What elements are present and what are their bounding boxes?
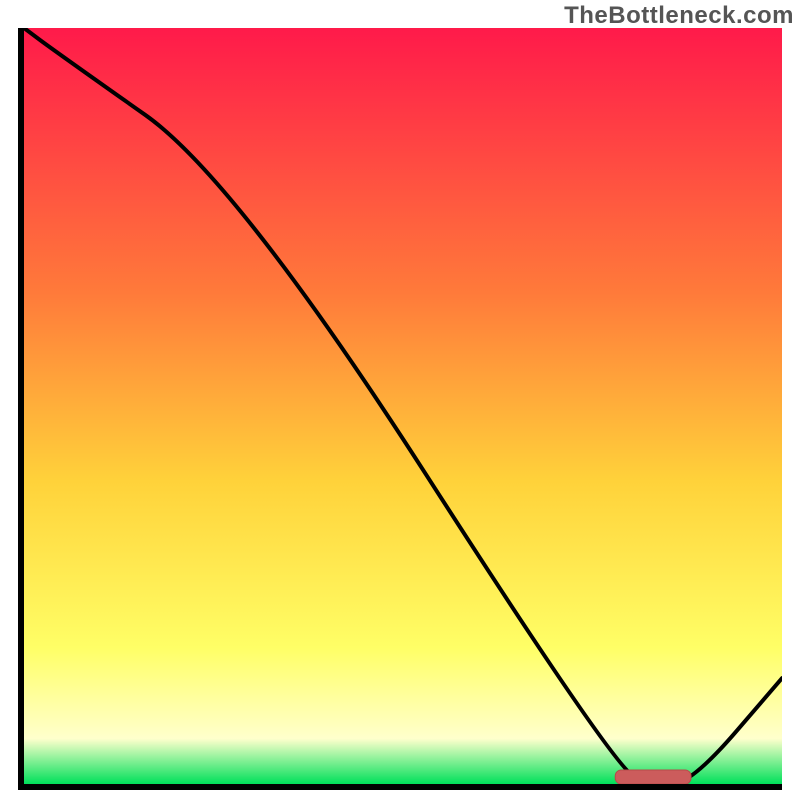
plot-area (24, 28, 782, 784)
watermark-text: TheBottleneck.com (564, 2, 794, 30)
plot-frame (18, 28, 782, 790)
chart-svg (24, 28, 782, 784)
chart-container: TheBottleneck.com (0, 0, 800, 800)
optimal-range-marker (615, 770, 691, 784)
gradient-background (24, 28, 782, 784)
